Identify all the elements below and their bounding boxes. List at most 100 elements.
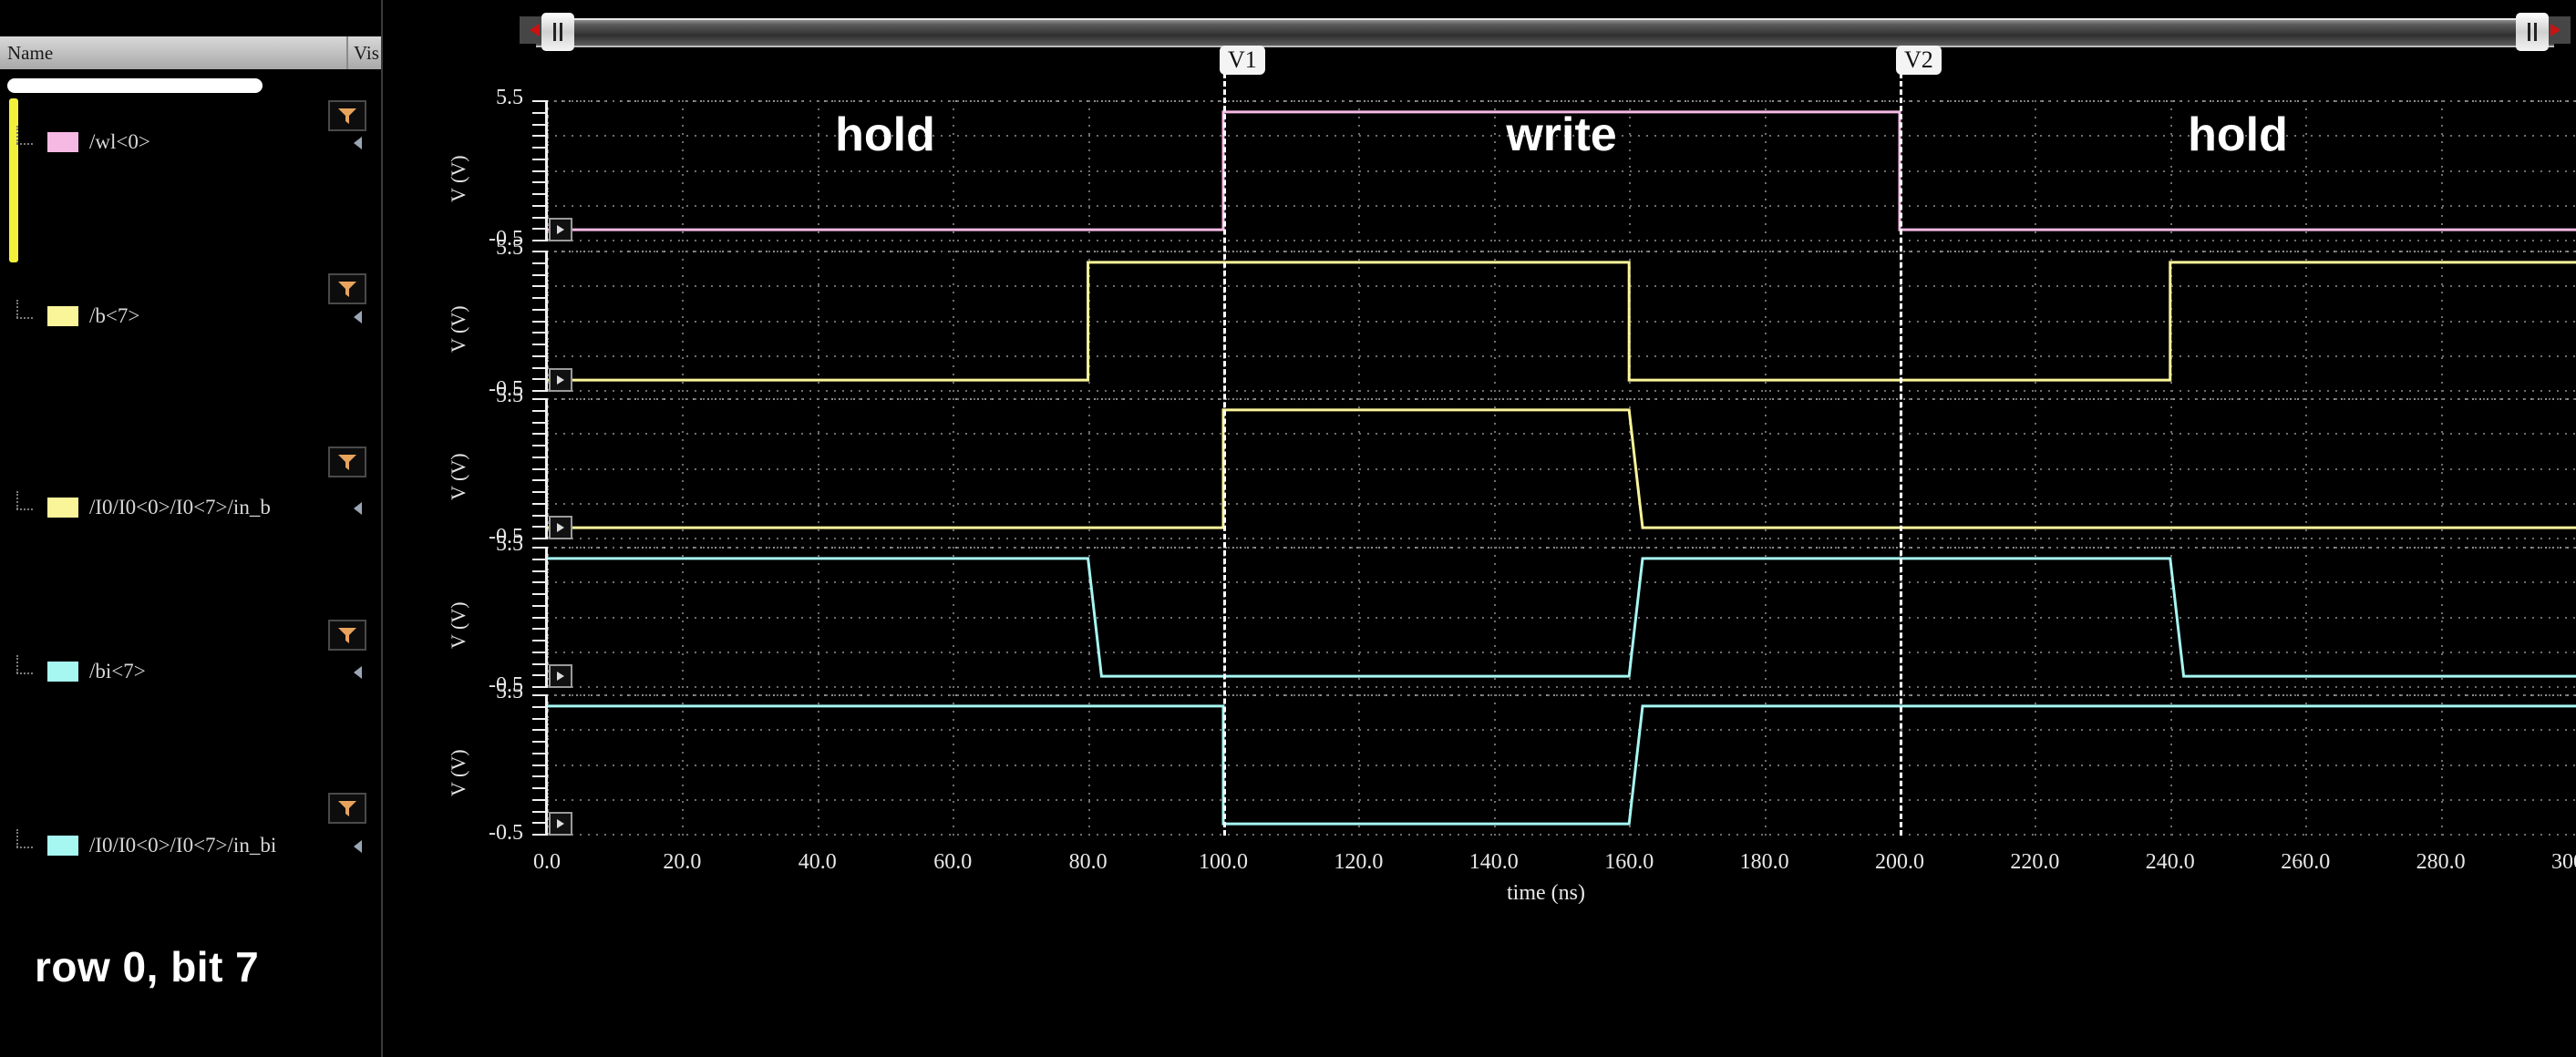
y-axis-tick: [532, 558, 545, 560]
funnel-icon[interactable]: [328, 273, 366, 304]
y-axis-tick: [532, 285, 545, 288]
funnel-icon[interactable]: [328, 100, 366, 131]
y-axis-tick: [532, 111, 545, 114]
y-axis-tick: [532, 717, 545, 720]
cursor-line[interactable]: [1223, 73, 1226, 836]
y-axis-tick: [532, 344, 545, 345]
signal-browser-panel: Name Vis /wl<0> /b<7> /I0/I0<0>/I0<7>/in_b…: [0, 0, 383, 1057]
phase-label: hold: [2188, 108, 2288, 161]
annotation-note: row 0, bit 7: [35, 943, 260, 990]
signal-color-swatch[interactable]: [47, 132, 78, 152]
y-axis-tick: [532, 135, 545, 138]
x-tick-label: 200.0: [1875, 850, 1924, 874]
column-header-name[interactable]: Name: [0, 42, 346, 65]
signal-row[interactable]: /wl<0>: [0, 124, 381, 160]
panel-play-icon[interactable]: [549, 218, 572, 241]
x-tick-label: 0.0: [533, 850, 561, 874]
y-tick-label: 5.5: [496, 236, 523, 260]
search-input[interactable]: [7, 78, 263, 93]
y-axis-tick: [532, 570, 545, 572]
signal-row[interactable]: /b<7>: [0, 298, 381, 334]
y-axis-tick: [532, 409, 545, 412]
y-axis-tick: [532, 297, 545, 299]
signal-color-swatch[interactable]: [47, 836, 78, 856]
y-axis-tick: [532, 674, 545, 677]
signal-row[interactable]: /bi<7>: [0, 653, 381, 690]
cursor-label[interactable]: V1: [1220, 46, 1265, 75]
y-axis-line: [545, 398, 548, 539]
waveform-trace: [547, 557, 2576, 678]
y-axis-tick: [532, 479, 545, 482]
signal-table-header: Name Vis: [0, 36, 381, 69]
cursor-line[interactable]: [1900, 73, 1902, 836]
signal-row[interactable]: /I0/I0<0>/I0<7>/in_bi: [0, 827, 381, 864]
signal-row[interactable]: /I0/I0<0>/I0<7>/in_b: [0, 489, 381, 526]
y-axis-tick: [532, 694, 545, 696]
waveform-panel[interactable]: [547, 547, 2576, 688]
y-axis-tick: [532, 502, 545, 505]
collapse-arrow-icon[interactable]: [352, 665, 365, 680]
cursor-label[interactable]: V2: [1896, 46, 1942, 75]
tree-branch-icon: [13, 300, 47, 325]
funnel-icon[interactable]: [328, 620, 366, 651]
collapse-arrow-icon[interactable]: [352, 136, 365, 150]
y-axis-tick: [532, 147, 545, 149]
signal-name-label: /I0/I0<0>/I0<7>/in_b: [89, 496, 271, 518]
signal-color-swatch[interactable]: [47, 662, 78, 682]
waveform-panel[interactable]: [547, 251, 2576, 392]
collapse-arrow-icon[interactable]: [352, 839, 365, 854]
y-axis-tick: [532, 308, 545, 311]
y-axis-tick: [532, 228, 545, 231]
y-axis-tick: [532, 390, 545, 392]
waveform-panel[interactable]: [547, 398, 2576, 539]
y-tick-label: 5.5: [496, 86, 523, 109]
x-tick-label: 280.0: [2416, 850, 2466, 874]
y-axis-tick: [532, 741, 545, 743]
y-axis-tick: [532, 662, 545, 665]
column-header-vis[interactable]: Vis: [348, 42, 381, 65]
signal-name-label: /I0/I0<0>/I0<7>/in_bi: [89, 834, 277, 857]
y-axis-tick: [532, 810, 545, 813]
waveform-plot-area: 5.5 -0.5 V (V) 5.5 -0.5 V (V) 5.5 -0.5 V (V) 5.5-…: [381, 0, 2576, 1057]
phase-label: write: [1506, 108, 1617, 161]
x-tick-label: 80.0: [1068, 850, 1108, 874]
y-axis-tick: [532, 628, 545, 631]
signal-color-swatch[interactable]: [47, 306, 78, 326]
y-axis-tick: [532, 775, 545, 778]
y-axis-line: [545, 100, 548, 241]
x-tick-label: 100.0: [1199, 850, 1248, 874]
signal-name-label: /b<7>: [89, 304, 140, 327]
y-axis-title: V (V): [447, 154, 469, 202]
y-tick-label: -0.5: [489, 821, 523, 845]
collapse-arrow-icon[interactable]: [352, 310, 365, 324]
y-axis-tick: [532, 273, 545, 276]
funnel-icon[interactable]: [328, 793, 366, 824]
x-tick-label: 260.0: [2281, 850, 2331, 874]
tree-branch-icon: [13, 126, 47, 151]
collapse-arrow-icon[interactable]: [352, 501, 365, 516]
signal-color-swatch[interactable]: [47, 498, 78, 518]
panel-play-icon[interactable]: [549, 664, 572, 688]
panel-play-icon[interactable]: [549, 368, 572, 392]
y-axis-tick: [532, 798, 545, 801]
y-axis-tick: [532, 686, 545, 688]
tree-branch-icon: [13, 655, 47, 681]
panel-play-icon[interactable]: [549, 516, 572, 539]
waveform-viewer-window: Name Vis /wl<0> /b<7> /I0/I0<0>/I0<7>/in_b…: [0, 0, 2576, 1057]
y-axis-tick: [532, 204, 545, 207]
y-axis-tick: [532, 100, 545, 102]
y-axis-tick: [532, 123, 545, 126]
x-tick-label: 20.0: [663, 850, 702, 874]
waveform-trace: [547, 408, 2576, 529]
funnel-icon[interactable]: [328, 446, 366, 477]
waveform-trace: [547, 261, 2576, 382]
waveform-panel[interactable]: [547, 694, 2576, 836]
panel-play-icon[interactable]: [549, 812, 572, 836]
x-axis-title: time (ns): [1507, 881, 1585, 905]
y-axis-tick: [532, 378, 545, 381]
x-tick-label: 300.0: [2551, 850, 2576, 874]
y-axis-tick: [532, 526, 545, 528]
y-axis-tick: [532, 640, 545, 641]
y-tick-label: 5.5: [496, 532, 523, 556]
y-axis-tick: [532, 581, 545, 584]
